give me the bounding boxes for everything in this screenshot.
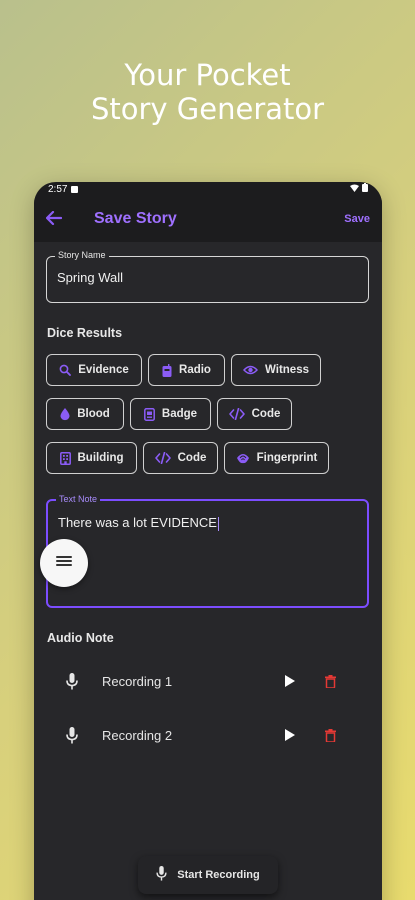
text-cursor [217,516,219,531]
play-icon[interactable] [278,675,302,687]
chip-label: Badge [161,408,198,420]
story-name-value: Spring Wall [57,270,123,285]
chip-code-2[interactable]: Code [143,442,218,474]
drop-icon [60,407,70,421]
delete-icon[interactable] [318,728,342,742]
app-bar: Save Story Save [34,196,382,242]
play-icon[interactable] [278,729,302,741]
recording-label: Recording 1 [102,673,173,689]
chip-building[interactable]: Building [46,442,137,474]
chip-label: Blood [77,408,110,420]
back-arrow-icon[interactable] [45,208,80,231]
chip-label: Code [177,452,207,464]
search-icon [59,364,72,376]
menu-fab[interactable] [40,539,88,587]
promo-headline: Your Pocket Story Generator [0,58,415,126]
chip-badge[interactable]: Badge [130,398,211,430]
promo-headline-line2: Story Generator [90,92,325,126]
chip-witness[interactable]: Witness [231,354,321,386]
dice-results-title: Dice Results [47,326,123,340]
chip-blood[interactable]: Blood [46,398,124,430]
mic-icon [62,726,82,744]
text-note-label: Text Note [56,494,101,504]
fingerprint-icon [236,452,250,464]
delete-icon[interactable] [318,674,342,688]
notification-icon [71,185,79,193]
recording-label: Recording 2 [102,727,173,743]
status-time: 2:57 [48,183,68,195]
chip-fingerprint[interactable]: Fingerprint [224,442,329,474]
chip-label: Radio [179,364,211,376]
text-note-field[interactable]: Text Note There was a lot EVIDENCE [46,494,369,608]
wifi-icon [350,184,359,195]
battery-icon [362,183,368,195]
badge-icon [143,407,155,421]
status-bar: 2:57 [34,182,382,196]
mic-icon [156,866,167,884]
chip-label: Evidence [78,364,129,376]
chip-evidence[interactable]: Evidence [46,354,142,386]
radio-icon [162,363,172,377]
code-icon [228,408,245,420]
promo-headline-line1: Your Pocket [124,58,291,92]
menu-icon [56,554,72,572]
chip-label: Fingerprint [256,452,318,464]
mic-icon [62,672,82,690]
eye-icon [243,365,258,375]
audio-note-title: Audio Note [47,631,114,645]
chip-label: Code [251,408,281,420]
building-icon [59,451,71,465]
recording-row: Recording 1 [62,667,342,695]
chip-label: Building [77,452,124,464]
start-recording-label: Start Recording [177,869,260,881]
start-recording-button[interactable]: Start Recording [138,856,278,894]
page-title: Save Story [94,210,177,227]
text-note-value-wrap: There was a lot EVIDENCE [48,501,367,544]
phone-frame: 2:57 Save Story Save Story Name Spring W… [34,182,382,900]
story-name-field[interactable]: Story Name Spring Wall [46,250,369,303]
code-icon [154,452,171,464]
chip-code[interactable]: Code [217,398,292,430]
text-note-value: There was a lot EVIDENCE [58,515,217,530]
chip-label: Witness [265,364,309,376]
recording-row: Recording 2 [62,721,342,749]
chip-radio[interactable]: Radio [148,354,225,386]
story-name-label: Story Name [55,250,109,260]
save-button[interactable]: Save [344,213,370,225]
